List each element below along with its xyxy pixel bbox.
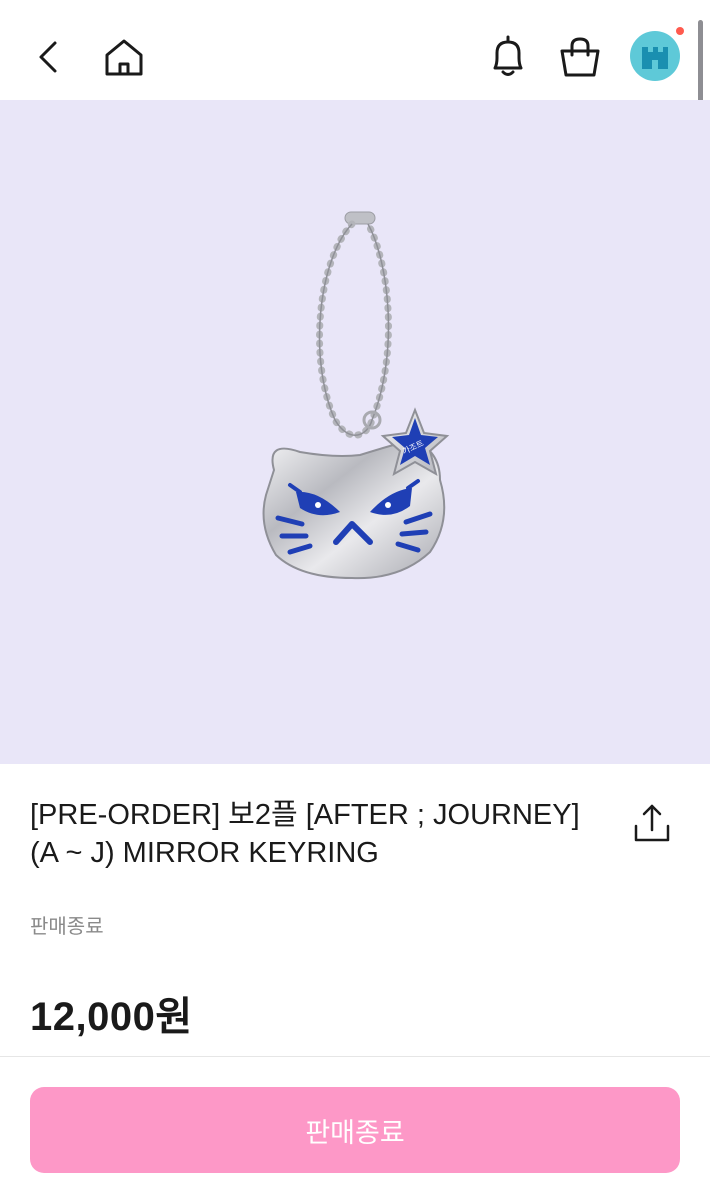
home-icon bbox=[105, 39, 143, 76]
notification-dot bbox=[676, 27, 684, 35]
sold-out-button[interactable]: 판매종료 bbox=[30, 1087, 680, 1173]
product-image: 가조트 bbox=[0, 100, 710, 764]
keyring-illustration: 가조트 bbox=[262, 211, 450, 580]
top-app-bar bbox=[0, 0, 710, 100]
home-button[interactable] bbox=[100, 34, 148, 82]
product-title: [PRE-ORDER] 보2플 [AFTER ; JOURNEY] (A ~ J… bbox=[30, 799, 580, 869]
divider bbox=[0, 1056, 710, 1057]
shopping-bag-icon bbox=[560, 37, 600, 77]
sale-status: 판매종료 bbox=[30, 916, 104, 938]
back-button[interactable] bbox=[26, 36, 70, 80]
share-button[interactable] bbox=[628, 800, 676, 848]
cart-button[interactable] bbox=[556, 34, 604, 82]
profile-avatar[interactable] bbox=[630, 31, 680, 81]
share-icon bbox=[634, 804, 670, 842]
bell-icon bbox=[493, 35, 523, 76]
notifications-button[interactable] bbox=[484, 32, 532, 80]
chevron-left-icon bbox=[39, 41, 57, 73]
product-price: 12,000원 bbox=[30, 995, 193, 1039]
castle-icon bbox=[642, 47, 668, 69]
